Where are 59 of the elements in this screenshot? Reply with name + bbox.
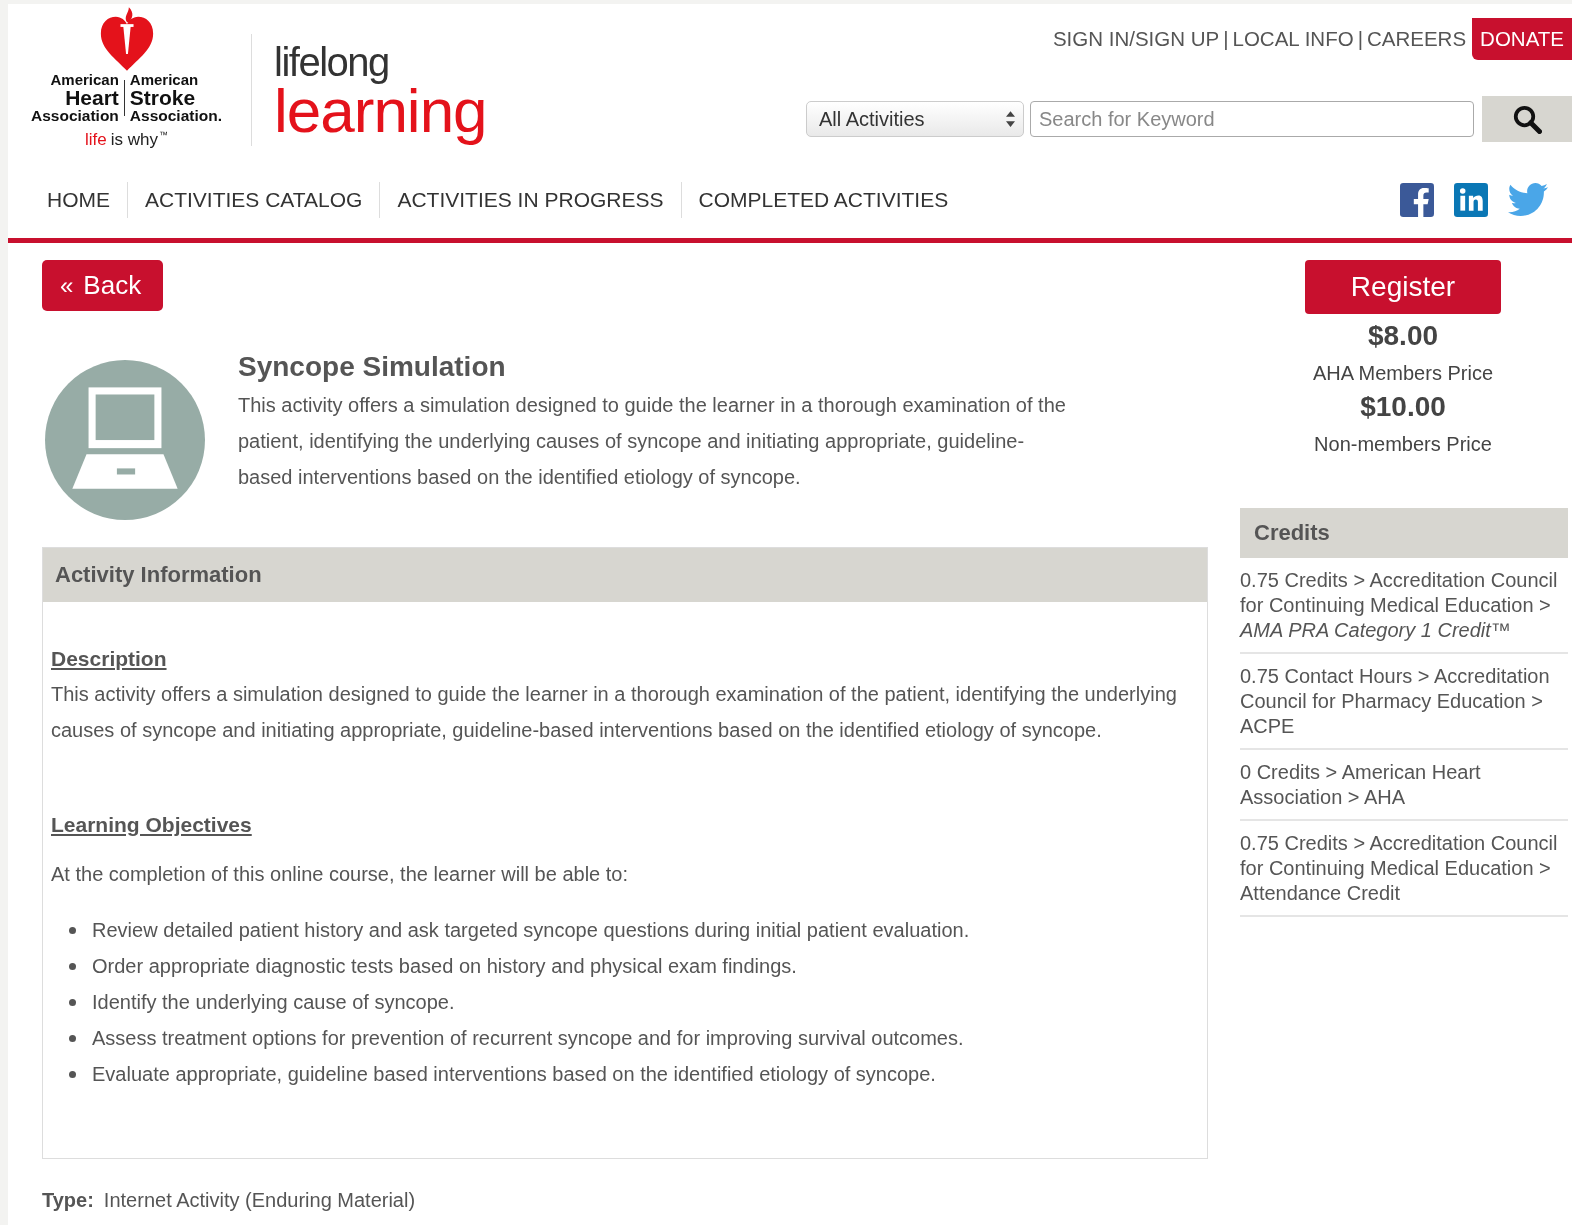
logo-text: Association — [31, 108, 119, 124]
logo-text: Heart — [65, 87, 119, 108]
credits-header: Credits — [1240, 508, 1568, 558]
description-text: This activity offers a simulation designed to guide the learner in a thorough examination of the patient, identifying the underlying causes of syncope and initiating appropriate, guideline-based interventions based on the identified etiology of syncope. — [51, 682, 1178, 743]
tagline-text: is why — [110, 129, 158, 150]
bullet-icon — [69, 962, 76, 970]
nav-link[interactable]: COMPLETED ACTIVITIES — [680, 182, 966, 218]
bullet-icon — [69, 998, 76, 1006]
price-amount: $8.00 — [1367, 320, 1439, 352]
price-label: AHA Members Price — [1312, 362, 1494, 385]
credit-text: 0.75 Credits > Accreditation Council for Continuing Medical Education > Attendance Credit — [1240, 832, 1558, 904]
logo-text: American — [50, 72, 119, 87]
type-label: Type: — [42, 1189, 94, 1212]
bird-icon[interactable] — [1508, 182, 1548, 218]
header-link[interactable]: LOCAL INFO — [1232, 27, 1354, 51]
activity-title: Syncope Simulation — [238, 351, 507, 383]
section-heading: Learning Objectives — [51, 812, 253, 838]
header-link[interactable]: SIGN IN/SIGN UP — [1052, 27, 1220, 51]
logo-text: Stroke — [129, 87, 196, 108]
section-heading: Description — [51, 646, 168, 672]
search-button[interactable] — [1482, 96, 1572, 142]
panel-header: Activity Information — [43, 548, 1207, 602]
search-field[interactable]: Search for Keyword — [1030, 101, 1474, 137]
credit-text: 0.75 Contact Hours > Accreditation Council for Pharmacy Education > ACPE — [1240, 665, 1550, 737]
register-button[interactable]: Register — [1305, 260, 1501, 314]
link-separator: | — [1357, 27, 1363, 51]
bullet-icon — [69, 1070, 76, 1078]
price-amount: $10.00 — [1360, 391, 1446, 423]
link-separator: | — [1223, 27, 1229, 51]
donate-button[interactable]: DONATE — [1472, 18, 1572, 60]
nav-link[interactable]: ACTIVITIES CATALOG — [127, 182, 380, 218]
back-button[interactable]: « Back — [42, 260, 164, 311]
logo-text: American — [129, 72, 199, 87]
updown-arrows-icon — [1006, 111, 1015, 127]
credit-text: 0 Credits > American Heart Association > AHA — [1240, 761, 1481, 808]
aha-logo[interactable]: American Heart Association American Stroke Association. life is why™ — [14, 4, 239, 150]
header-link[interactable]: CAREERS — [1367, 27, 1467, 51]
logo-text: Association. — [129, 108, 222, 124]
logo-text: lifelong — [274, 42, 390, 82]
objective-text: Evaluate appropriate, guideline based interventions based on the identified etiology of syncope. — [92, 1062, 936, 1087]
tagline-text: life — [85, 129, 107, 150]
objective-text: Review detailed patient history and ask targeted syncope questions during initial patient evaluation. — [92, 918, 970, 943]
linkedin-icon[interactable] — [1454, 182, 1488, 218]
objective-text: Assess treatment options for prevention of recurrent syncope and for improving survival outcomes. — [92, 1026, 964, 1051]
objective-text: Order appropriate diagnostic tests based on history and physical exam findings. — [92, 954, 797, 979]
type-value: Internet Activity (Enduring Material) — [103, 1189, 416, 1212]
bullet-icon — [69, 1034, 76, 1042]
bullet-icon — [69, 926, 76, 934]
activity-summary: This activity offers a simulation designed to guide the learner in a thorough examination of the patient, identifying the underlying causes of syncope and initiating appropriate, guideline-based interventions based on the identified etiology of syncope. — [238, 393, 1067, 490]
facebook-icon[interactable] — [1400, 182, 1434, 218]
search-icon — [1512, 104, 1542, 134]
objectives-intro: At the completion of this online course, the learner will be able to: — [51, 862, 629, 887]
nav-link[interactable]: HOME — [30, 182, 127, 218]
category-select[interactable]: All Activities — [806, 101, 1024, 137]
price-label: Non-members Price — [1314, 433, 1492, 456]
trademark-mark: ™ — [159, 129, 168, 140]
credit-text: 0.75 Credits > Accreditation Council for Continuing Medical Education > AMA PRA Category 1 Credit™ — [1240, 569, 1558, 641]
objective-text: Identify the underlying cause of syncope. — [92, 990, 455, 1015]
nav-link[interactable]: ACTIVITIES IN PROGRESS — [379, 182, 681, 218]
